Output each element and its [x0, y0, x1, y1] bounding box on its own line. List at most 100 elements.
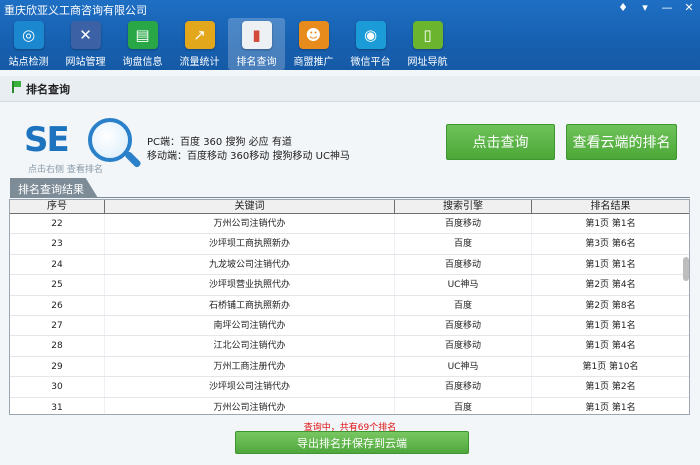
col-header-rank[interactable]: 排名结果 — [532, 200, 689, 213]
cell-index: 30 — [10, 377, 105, 397]
minimize-button[interactable]: — — [660, 1, 674, 14]
cell-keyword: 万州工商注册代办 — [105, 356, 395, 377]
cell-keyword: 九龙坡公司注销代办 — [105, 254, 395, 275]
cell-engine: UC神马 — [395, 356, 532, 377]
toolbar-item-7[interactable]: ▯ 网址导航 — [399, 18, 456, 70]
table-row[interactable]: 23 沙坪坝工商执照新办 百度 第3页 第6名 — [10, 234, 689, 255]
export-save-button[interactable]: 导出排名并保存到云端 — [235, 431, 469, 454]
table-row[interactable]: 29 万州工商注册代办 UC神马 第1页 第10名 — [10, 356, 689, 378]
cell-rank: 第1页 第1名 — [532, 398, 689, 414]
col-header-engine[interactable]: 搜索引擎 — [395, 200, 532, 213]
col-header-keyword[interactable]: 关键词 — [105, 200, 395, 213]
cell-rank: 第2页 第4名 — [532, 275, 689, 294]
cell-rank: 第2页 第8名 — [532, 296, 689, 315]
toolbar-item-1[interactable]: ✕ 网站管理 — [57, 18, 114, 70]
cell-engine: 百度移动 — [395, 214, 532, 234]
cell-keyword: 沙坪坝营业执照代办 — [105, 275, 395, 295]
app-window: 重庆欣亚义工商咨询有限公司 ♦ ▾ — ✕ ◎ 站点检测 ✕ 网站管理 ▤ 询盘信息 ↗ 流量… — [0, 0, 700, 465]
query-panel: SE 点击右侧 查看排名 PC端：百度 360 搜狗 必应 有道 移动端：百度移… — [0, 102, 700, 180]
logo-tagline: 点击右侧 查看排名 — [28, 165, 103, 175]
toolbar-item-label: 流量统计 — [179, 57, 220, 68]
table-row[interactable]: 28 江北公司注销代办 百度移动 第1页 第4名 — [10, 336, 689, 357]
cell-index: 24 — [10, 254, 105, 275]
cell-engine: UC神马 — [395, 275, 532, 295]
cloud-ranking-button[interactable]: 查看云端的排名 — [566, 124, 677, 160]
window-title: 重庆欣亚义工商咨询有限公司 — [4, 4, 147, 17]
toolbar-item-2[interactable]: ▤ 询盘信息 — [114, 18, 171, 70]
cell-engine: 百度移动 — [395, 377, 532, 397]
table-row[interactable]: 22 万州公司注销代办 百度移动 第1页 第1名 — [10, 214, 689, 235]
toolbar-item-label: 商盟推广 — [293, 57, 334, 68]
section-header: 排名查询 — [0, 76, 700, 102]
menu-dropdown-icon[interactable]: ▾ — [638, 1, 652, 14]
toolbar-item-3[interactable]: ↗ 流量统计 — [171, 18, 228, 70]
toolbar-item-0[interactable]: ◎ 站点检测 — [0, 18, 57, 70]
cell-engine: 百度 — [395, 295, 532, 315]
results-table: 序号 关键词 搜索引擎 排名结果 22 万州公司注销代办 百度移动 第1页 第1名 23… — [9, 199, 690, 415]
toolbar-item-4[interactable]: ▮ 排名查询 — [228, 18, 285, 70]
mobile-engines: 移动端：百度移动 360移动 搜狗移动 UC神马 — [147, 151, 350, 162]
vertical-scrollbar[interactable] — [682, 214, 690, 414]
table-row[interactable]: 25 沙坪坝营业执照代办 UC神马 第2页 第4名 — [10, 275, 689, 296]
message-icon: ▤ — [127, 21, 158, 49]
cell-keyword: 万州公司注销代办 — [105, 214, 395, 234]
tab-divider — [10, 197, 690, 198]
cell-index: 23 — [10, 234, 105, 254]
table-row[interactable]: 27 南坪公司注销代办 百度移动 第1页 第1名 — [10, 315, 689, 337]
cell-rank: 第1页 第2名 — [532, 377, 689, 396]
cell-index: 26 — [10, 295, 105, 315]
flag-icon — [12, 81, 21, 93]
title-bar: 重庆欣亚义工商咨询有限公司 ♦ ▾ — ✕ ◎ 站点检测 ✕ 网站管理 ▤ 询盘信息 ↗ 流量… — [0, 0, 700, 70]
cell-engine: 百度移动 — [395, 315, 532, 336]
cell-rank: 第1页 第4名 — [532, 336, 689, 355]
cell-index: 25 — [10, 275, 105, 295]
toolbar-item-label: 询盘信息 — [122, 57, 163, 68]
section-title: 排名查询 — [26, 83, 70, 96]
toolbar-item-5[interactable]: ☻ 商盟推广 — [285, 18, 342, 70]
query-button[interactable]: 点击查询 — [446, 124, 555, 160]
cell-index: 27 — [10, 315, 105, 336]
cell-engine: 百度移动 — [395, 254, 532, 275]
site-check-icon: ◎ — [13, 21, 44, 49]
cell-engine: 百度 — [395, 234, 532, 254]
cell-index: 28 — [10, 336, 105, 356]
cell-engine: 百度 — [395, 397, 532, 414]
cell-index: 29 — [10, 356, 105, 377]
table-row[interactable]: 24 九龙坡公司注销代办 百度移动 第1页 第1名 — [10, 254, 689, 276]
trend-icon: ↗ — [184, 21, 215, 49]
seo-logo-text: SE — [24, 120, 70, 160]
table-row[interactable]: 30 沙坪坝公司注销代办 百度移动 第1页 第2名 — [10, 377, 689, 398]
mouse-icon: ▯ — [412, 21, 443, 49]
toolbar-item-label: 微信平台 — [350, 57, 391, 68]
magnifier-handle — [124, 150, 142, 169]
engine-description: PC端：百度 360 搜狗 必应 有道 移动端：百度移动 360移动 搜狗移动 … — [147, 136, 350, 164]
table-header: 序号 关键词 搜索引擎 排名结果 — [10, 200, 689, 214]
results-tab[interactable]: 排名查询结果 — [10, 178, 98, 198]
scrollbar-thumb[interactable] — [683, 257, 689, 281]
col-header-index[interactable]: 序号 — [10, 200, 105, 213]
wechat-icon: ◉ — [355, 21, 386, 49]
main-toolbar: ◎ 站点检测 ✕ 网站管理 ▤ 询盘信息 ↗ 流量统计 ▮ 排名查询 ☻ 商盟推广 ◉ 微信平台 ▯ 网址导航 — [0, 18, 456, 70]
table-row[interactable]: 31 万州公司注销代办 百度 第1页 第1名 — [10, 397, 689, 414]
cell-keyword: 石桥铺工商执照新办 — [105, 295, 395, 315]
cell-rank: 第1页 第1名 — [532, 255, 689, 274]
table-row[interactable]: 26 石桥铺工商执照新办 百度 第2页 第8名 — [10, 295, 689, 316]
close-button[interactable]: ✕ — [682, 1, 696, 14]
users-icon: ☻ — [298, 21, 329, 49]
skin-icon[interactable]: ♦ — [616, 1, 630, 14]
toolbar-item-6[interactable]: ◉ 微信平台 — [342, 18, 399, 70]
seo-logo: SE 点击右侧 查看排名 — [20, 116, 144, 176]
cell-keyword: 万州公司注销代办 — [105, 397, 395, 414]
cell-engine: 百度移动 — [395, 336, 532, 356]
cell-rank: 第1页 第1名 — [532, 316, 689, 335]
cell-keyword: 沙坪坝公司注销代办 — [105, 377, 395, 397]
pc-engines: PC端：百度 360 搜狗 必应 有道 — [147, 137, 292, 148]
bar-chart-icon: ▮ — [241, 21, 272, 49]
toolbar-item-label: 网址导航 — [407, 57, 448, 68]
cell-rank: 第1页 第1名 — [532, 214, 689, 233]
cell-keyword: 沙坪坝工商执照新办 — [105, 234, 395, 254]
toolbar-item-label: 站点检测 — [8, 57, 49, 68]
cell-keyword: 江北公司注销代办 — [105, 336, 395, 356]
cell-index: 22 — [10, 214, 105, 234]
cell-rank: 第3页 第6名 — [532, 234, 689, 253]
